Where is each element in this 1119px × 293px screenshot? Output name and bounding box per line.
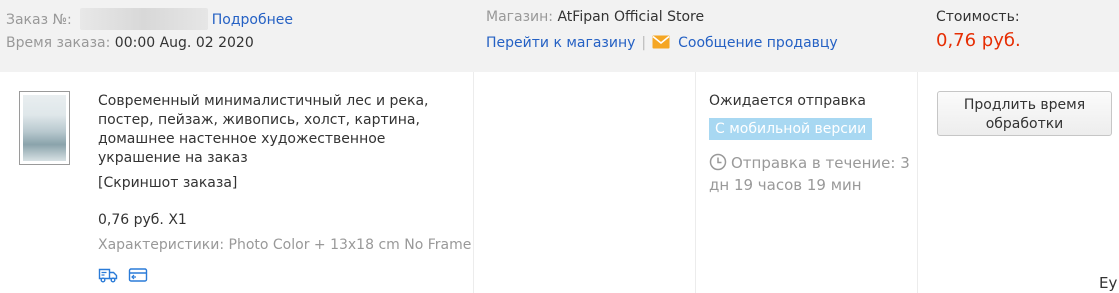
order-time-value: 00:00 Aug. 02 2020	[114, 35, 254, 51]
column-divider	[917, 72, 918, 293]
delivery-truck-icon[interactable]	[98, 266, 118, 284]
store-label: Магазин:	[486, 9, 554, 25]
column-divider	[695, 72, 696, 293]
product-title[interactable]: Современный минималистичный лес и река, …	[98, 92, 470, 168]
order-header: Заказ №: Подробнее Время заказа: 00:00 Au…	[0, 0, 1119, 72]
order-info: Заказ №: Подробнее Время заказа: 00:00 Au…	[6, 8, 293, 60]
link-separator: |	[641, 35, 647, 51]
cost-value: 0,76 руб.	[936, 30, 1021, 51]
order-details-link[interactable]: Подробнее	[212, 12, 293, 28]
order-item-row: Современный минималистичный лес и река, …	[0, 72, 1119, 293]
cost-info: Стоимость: 0,76 руб.	[936, 8, 1021, 53]
store-name: AtFipan Official Store	[557, 9, 705, 25]
card-icon[interactable]	[128, 266, 148, 284]
product-image	[23, 95, 66, 161]
order-number-label: Заказ №:	[6, 12, 72, 28]
cost-label: Стоимость:	[936, 9, 1020, 25]
order-number-masked	[79, 8, 208, 30]
column-divider	[473, 72, 474, 293]
mobile-version-badge: С мобильной версии	[709, 118, 873, 140]
store-info: Магазин: AtFipan Official Store Перейти …	[486, 8, 838, 60]
item-service-icons	[98, 266, 158, 284]
order-time-label: Время заказа:	[6, 35, 111, 51]
unit-price: 0,76 руб. X1	[98, 212, 187, 228]
ship-time-text: Отправка в течение: 3 дн 19 часов 19 мин	[709, 154, 910, 194]
product-properties: Характеристики: Photo Color + 13x18 cm N…	[98, 237, 472, 253]
corner-text: Ey	[1099, 274, 1118, 292]
order-status: Ожидается отправка	[709, 93, 866, 109]
extend-processing-time-button[interactable]: Продлить время обработки	[937, 91, 1112, 136]
order-snapshot-link[interactable]: [Скриншот заказа]	[98, 174, 237, 193]
clock-icon	[709, 153, 727, 171]
message-seller-link[interactable]: Сообщение продавцу	[678, 35, 838, 51]
mail-icon[interactable]	[652, 35, 670, 49]
go-to-store-link[interactable]: Перейти к магазину	[486, 35, 635, 51]
ship-time-countdown: Отправка в течение: 3 дн 19 часов 19 мин	[709, 152, 913, 196]
product-thumbnail[interactable]	[19, 91, 70, 165]
